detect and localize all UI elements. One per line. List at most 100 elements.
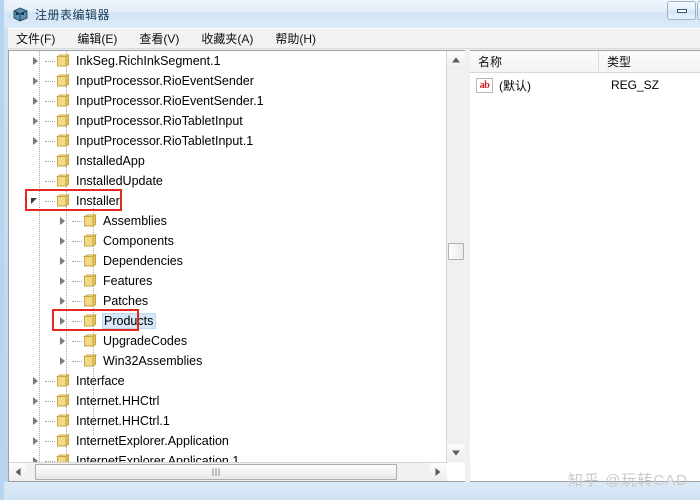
expander-expand-icon[interactable] xyxy=(56,271,72,291)
registry-key-icon xyxy=(82,254,97,268)
expander-expand-icon[interactable] xyxy=(29,371,45,391)
expander-collapse-icon[interactable] xyxy=(29,191,45,211)
tree-node-inputprocessor-riotabletinput[interactable]: InputProcessor.RioTabletInput xyxy=(29,111,245,131)
tree-connector xyxy=(72,301,82,302)
tree-node-label: Assemblies xyxy=(103,214,167,228)
expander-expand-icon[interactable] xyxy=(29,51,45,71)
vertical-scroll-thumb[interactable] xyxy=(448,243,464,260)
tree-node-components[interactable]: Components xyxy=(56,231,176,251)
tree-node-products[interactable]: Products xyxy=(56,311,157,331)
tree-node-inkseg-richinksegment-1[interactable]: InkSeg.RichInkSegment.1 xyxy=(29,51,223,71)
registry-key-icon xyxy=(55,454,70,462)
column-header-type[interactable]: 类型 xyxy=(599,51,700,72)
registry-editor-window: 注册表编辑器 文件(F) 编辑(E) 查看(V) 收藏夹(A) 帮助(H) In… xyxy=(0,0,700,500)
tree-node-label: Products xyxy=(102,313,157,329)
window-controls xyxy=(667,1,700,20)
tree-node-label: InternetExplorer.Application xyxy=(76,434,229,448)
tree-node-internetexplorer-application-1[interactable]: InternetExplorer.Application.1 xyxy=(29,451,241,462)
tree-node-spacer xyxy=(29,151,45,171)
tree-connector xyxy=(45,161,55,162)
window-title: 注册表编辑器 xyxy=(35,7,111,22)
expander-expand-icon[interactable] xyxy=(29,451,45,462)
tree-node-installedapp[interactable]: InstalledApp xyxy=(29,151,147,171)
scroll-up-icon[interactable] xyxy=(447,51,465,69)
list-header: 名称 类型 xyxy=(470,51,700,73)
tree-connector xyxy=(45,181,55,182)
tree-node-label: Components xyxy=(103,234,174,248)
tree-connector xyxy=(45,101,55,102)
tree-node-installer[interactable]: Installer xyxy=(29,191,122,211)
tree-node-installedupdate[interactable]: InstalledUpdate xyxy=(29,171,165,191)
tree-connector xyxy=(72,261,82,262)
registry-key-icon xyxy=(55,194,70,208)
registry-key-icon xyxy=(82,294,97,308)
tree-node-patches[interactable]: Patches xyxy=(56,291,150,311)
registry-key-icon xyxy=(55,394,70,408)
tree-node-inputprocessor-rioeventsender[interactable]: InputProcessor.RioEventSender xyxy=(29,71,256,91)
scroll-down-icon[interactable] xyxy=(447,444,465,462)
menu-favorites[interactable]: 收藏夹(A) xyxy=(199,29,255,48)
menu-edit[interactable]: 编辑(E) xyxy=(75,29,119,48)
expander-expand-icon[interactable] xyxy=(56,311,72,331)
expander-expand-icon[interactable] xyxy=(56,351,72,371)
scroll-right-icon[interactable] xyxy=(429,463,447,481)
expander-expand-icon[interactable] xyxy=(56,231,72,251)
registry-tree-pane: InkSeg.RichInkSegment.1 InputProcessor.Ri… xyxy=(8,50,465,482)
menu-bar: 文件(F) 编辑(E) 查看(V) 收藏夹(A) 帮助(H) xyxy=(4,28,700,49)
expander-expand-icon[interactable] xyxy=(56,331,72,351)
tree-node-internet-hhctrl[interactable]: Internet.HHCtrl xyxy=(29,391,161,411)
menu-help[interactable]: 帮助(H) xyxy=(273,29,318,48)
expander-expand-icon[interactable] xyxy=(29,111,45,131)
expander-expand-icon[interactable] xyxy=(56,291,72,311)
expander-expand-icon[interactable] xyxy=(29,411,45,431)
expander-expand-icon[interactable] xyxy=(56,211,72,231)
scroll-left-icon[interactable] xyxy=(9,463,27,481)
expander-expand-icon[interactable] xyxy=(29,91,45,111)
tree-node-internetexplorer-application[interactable]: InternetExplorer.Application xyxy=(29,431,231,451)
menu-view[interactable]: 查看(V) xyxy=(137,29,181,48)
registry-key-icon xyxy=(55,174,70,188)
tree-node-label: InstalledApp xyxy=(76,154,145,168)
minimize-icon xyxy=(676,8,687,13)
tree-node-win32assemblies[interactable]: Win32Assemblies xyxy=(56,351,204,371)
tree-node-dependencies[interactable]: Dependencies xyxy=(56,251,185,271)
tree-connector xyxy=(45,201,55,202)
expander-expand-icon[interactable] xyxy=(29,391,45,411)
tree-node-label: Features xyxy=(103,274,153,288)
registry-tree[interactable]: InkSeg.RichInkSegment.1 InputProcessor.Ri… xyxy=(9,51,447,462)
horizontal-scroll-thumb[interactable] xyxy=(35,464,397,480)
expander-expand-icon[interactable] xyxy=(29,431,45,451)
expander-expand-icon[interactable] xyxy=(56,251,72,271)
tree-vertical-scrollbar[interactable] xyxy=(446,51,465,462)
registry-key-icon xyxy=(55,114,70,128)
registry-key-icon xyxy=(55,54,70,68)
watermark: 知乎 @玩转CAD xyxy=(567,472,688,489)
registry-editor-icon xyxy=(12,6,29,23)
expander-expand-icon[interactable] xyxy=(29,71,45,91)
value-type: REG_SZ xyxy=(611,78,660,92)
menu-file[interactable]: 文件(F) xyxy=(14,29,57,48)
tree-node-upgradecodes[interactable]: UpgradeCodes xyxy=(56,331,189,351)
tree-node-inputprocessor-rioeventsender-1[interactable]: InputProcessor.RioEventSender.1 xyxy=(29,91,266,111)
column-header-name[interactable]: 名称 xyxy=(470,51,599,72)
tree-node-label: InputProcessor.RioTabletInput.1 xyxy=(76,134,254,148)
minimize-button[interactable] xyxy=(667,1,696,20)
tree-node-features[interactable]: Features xyxy=(56,271,154,291)
tree-node-label: InternetExplorer.Application.1 xyxy=(76,454,240,462)
tree-node-label: Patches xyxy=(103,294,149,308)
tree-node-label: Installer xyxy=(76,194,120,208)
tree-horizontal-scrollbar[interactable] xyxy=(9,462,447,481)
main-content: InkSeg.RichInkSegment.1 InputProcessor.Ri… xyxy=(8,50,700,482)
tree-node-assemblies[interactable]: Assemblies xyxy=(56,211,169,231)
tree-node-label: InputProcessor.RioEventSender.1 xyxy=(76,94,264,108)
tree-connector xyxy=(72,321,82,322)
tree-node-interface[interactable]: Interface xyxy=(29,371,127,391)
string-value-icon: ab xyxy=(476,77,493,93)
tree-node-inputprocessor-riotabletinput-1[interactable]: InputProcessor.RioTabletInput.1 xyxy=(29,131,255,151)
tree-connector xyxy=(45,81,55,82)
expander-expand-icon[interactable] xyxy=(29,131,45,151)
tree-node-internet-hhctrl-1[interactable]: Internet.HHCtrl.1 xyxy=(29,411,172,431)
table-row[interactable]: ab (默认) REG_SZ xyxy=(470,73,700,97)
tree-node-label: InputProcessor.RioEventSender xyxy=(76,74,254,88)
tree-node-label: InkSeg.RichInkSegment.1 xyxy=(76,54,221,68)
